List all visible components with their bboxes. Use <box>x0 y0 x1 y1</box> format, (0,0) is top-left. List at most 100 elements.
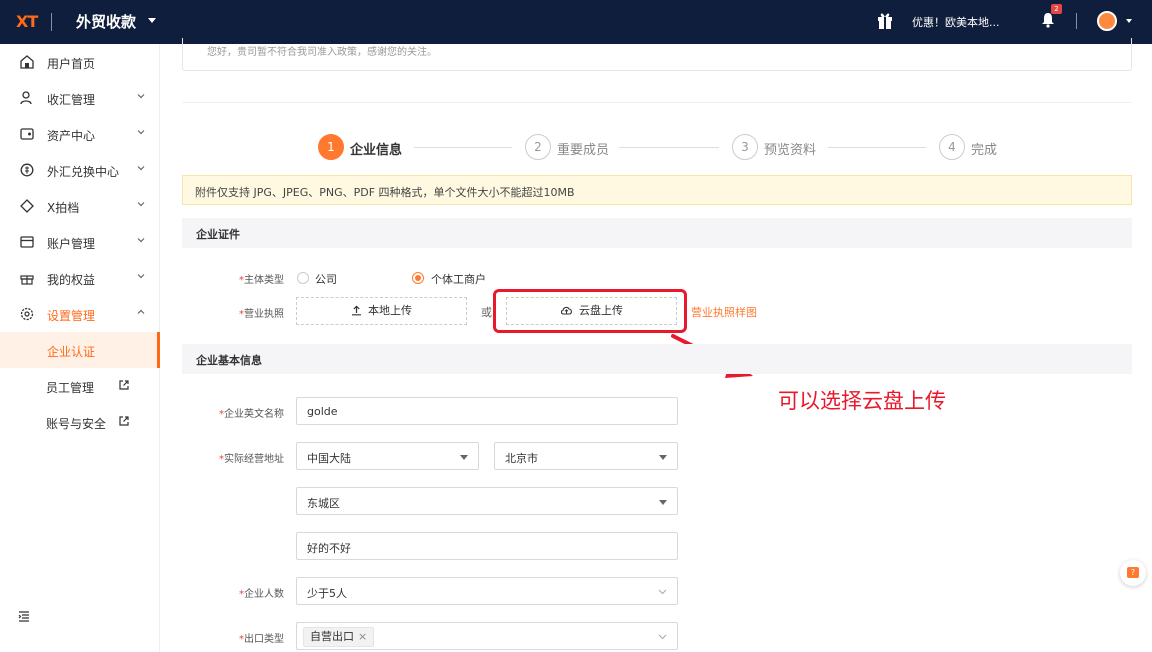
tag-close-icon[interactable]: × <box>358 630 367 643</box>
sidebar-item-security[interactable]: 账号与安全 <box>0 404 160 440</box>
wallet-icon <box>20 128 34 140</box>
exchange-icon <box>20 163 34 177</box>
collapse-menu-icon[interactable] <box>18 610 30 622</box>
home-icon <box>20 55 34 69</box>
card-icon <box>20 236 34 248</box>
avatar-caret-icon[interactable] <box>1126 19 1132 23</box>
caret-down-icon <box>659 455 667 460</box>
section-title: 企业证件 <box>196 228 240 241</box>
sidebar-item-label: 收汇管理 <box>47 93 96 107</box>
sidebar-item-collection[interactable]: 收汇管理 <box>0 80 160 116</box>
sidebar-item-label: X拍档 <box>47 201 80 215</box>
logo-divider <box>51 13 52 31</box>
notice-box: 您好，贵司暂不符合我司准入政策，感谢您的关注。 <box>182 38 1132 71</box>
section-title: 企业基本信息 <box>196 354 262 367</box>
district-select[interactable]: 东城区 <box>296 487 678 515</box>
city-value: 北京市 <box>505 452 538 465</box>
step-label: 企业信息 <box>350 143 403 158</box>
caret-down-icon <box>659 500 667 505</box>
notice-text: 您好，贵司暂不符合我司准入政策，感谢您的关注。 <box>207 47 437 58</box>
export-type-label: *出口类型 <box>239 634 284 645</box>
external-link-icon <box>119 380 129 390</box>
sidebar-item-label: 我的权益 <box>47 273 96 287</box>
chevron-down-icon <box>137 94 145 99</box>
step-connector <box>619 147 719 148</box>
chevron-down-icon <box>137 238 145 243</box>
export-type-select[interactable]: 自营出口 × <box>296 622 678 650</box>
diamond-icon <box>20 199 34 213</box>
annotation-text: 可以选择云盘上传 <box>778 389 946 413</box>
tip-text: 附件仅支持 JPG、JPEG、PNG、PDF 四种格式，单个文件大小不能超过10… <box>195 186 575 199</box>
promo-text[interactable]: 优惠！欧美本地... <box>912 14 1000 30</box>
or-text: 或 <box>481 306 492 319</box>
english-name-input[interactable]: golde <box>296 397 678 425</box>
avatar[interactable] <box>1097 11 1117 31</box>
street-address-value: 好的不好 <box>307 542 351 555</box>
file-format-tip: 附件仅支持 JPG、JPEG、PNG、PDF 四种格式，单个文件大小不能超过10… <box>182 175 1132 205</box>
brand-logo[interactable]: XT <box>16 12 38 31</box>
chevron-up-icon <box>137 309 145 314</box>
step-label: 重要成员 <box>557 143 610 158</box>
sidebar-item-label: 用户首页 <box>47 57 96 71</box>
entity-type-label: *主体类型 <box>239 275 284 286</box>
sidebar-item-label: 外汇兑换中心 <box>47 165 120 179</box>
city-select[interactable]: 北京市 <box>494 442 678 470</box>
staff-count-select[interactable]: 少于5人 <box>296 577 678 605</box>
external-link-icon <box>119 416 129 426</box>
sidebar-item-label: 员工管理 <box>46 381 95 395</box>
radio-individual-business[interactable] <box>412 272 424 284</box>
sidebar-item-label: 设置管理 <box>47 309 96 323</box>
region-select[interactable]: 中国大陆 <box>296 442 479 470</box>
sidebar-item-home[interactable]: 用户首页 <box>0 44 160 80</box>
radio-individual-business-label[interactable]: 个体工商户 <box>431 271 486 287</box>
english-name-value: golde <box>307 405 338 418</box>
upload-icon <box>352 305 361 316</box>
app-title[interactable]: 外贸收款 <box>76 11 136 32</box>
topbar-divider <box>1076 13 1077 29</box>
main-content: 您好，贵司暂不符合我司准入政策，感谢您的关注。 1 企业信息 2 重要成员 3 … <box>160 38 1152 652</box>
license-sample-link[interactable]: 营业执照样图 <box>691 304 757 320</box>
sidebar-item-label: 账户管理 <box>47 237 96 251</box>
sidebar-item-label: 资产中心 <box>47 129 96 143</box>
sidebar-item-partner[interactable]: X拍档 <box>0 188 160 224</box>
person-icon <box>20 91 32 105</box>
address-label: *实际经营地址 <box>219 454 284 465</box>
chevron-down-icon <box>658 589 667 595</box>
caret-down-icon <box>460 455 468 460</box>
gift-icon[interactable] <box>877 11 893 29</box>
sidebar-item-settings[interactable]: 设置管理 <box>0 296 160 332</box>
sidebar-item-assets[interactable]: 资产中心 <box>0 116 160 152</box>
gift-icon <box>20 275 34 285</box>
step-connector <box>828 147 926 148</box>
chevron-down-icon <box>658 634 667 640</box>
cloud-upload-highlight-box <box>493 289 687 333</box>
local-upload-button[interactable]: 本地上传 <box>296 297 467 325</box>
chevron-down-icon <box>137 166 145 171</box>
sidebar-item-company-verification[interactable]: 企业认证 <box>0 332 160 368</box>
sidebar-item-staff[interactable]: 员工管理 <box>0 368 160 404</box>
sidebar-item-account[interactable]: 账户管理 <box>0 224 160 260</box>
chevron-down-icon <box>137 202 145 207</box>
help-button[interactable]: ? <box>1120 560 1146 586</box>
step-number: 1 <box>318 134 344 160</box>
sidebar-item-exchange[interactable]: 外汇兑换中心 <box>0 152 160 188</box>
sidebar-item-label: 账号与安全 <box>46 417 107 431</box>
step-connector <box>414 147 512 148</box>
help-icon: ? <box>1127 567 1139 578</box>
radio-company[interactable] <box>297 272 309 284</box>
section-header-basic-info: 企业基本信息 <box>182 344 1132 374</box>
sidebar-item-benefits[interactable]: 我的权益 <box>0 260 160 296</box>
radio-company-label[interactable]: 公司 <box>315 271 337 287</box>
app-switch-caret-icon[interactable] <box>148 18 156 23</box>
sidebar-item-label: 企业认证 <box>47 345 96 359</box>
step-number: 3 <box>732 134 758 160</box>
bell-icon[interactable] <box>1041 12 1055 28</box>
business-license-label: *营业执照 <box>239 309 284 320</box>
staff-count-value: 少于5人 <box>307 587 347 600</box>
street-address-input[interactable]: 好的不好 <box>296 532 678 560</box>
sidebar: 用户首页 收汇管理 资产中心 外汇兑换中心 X拍档 账户管理 我的权益 设置管理… <box>0 44 160 652</box>
english-name-label: *企业英文名称 <box>219 409 284 420</box>
chevron-down-icon <box>137 274 145 279</box>
notification-badge: 2 <box>1051 4 1062 14</box>
step-label: 预览资料 <box>764 143 817 158</box>
